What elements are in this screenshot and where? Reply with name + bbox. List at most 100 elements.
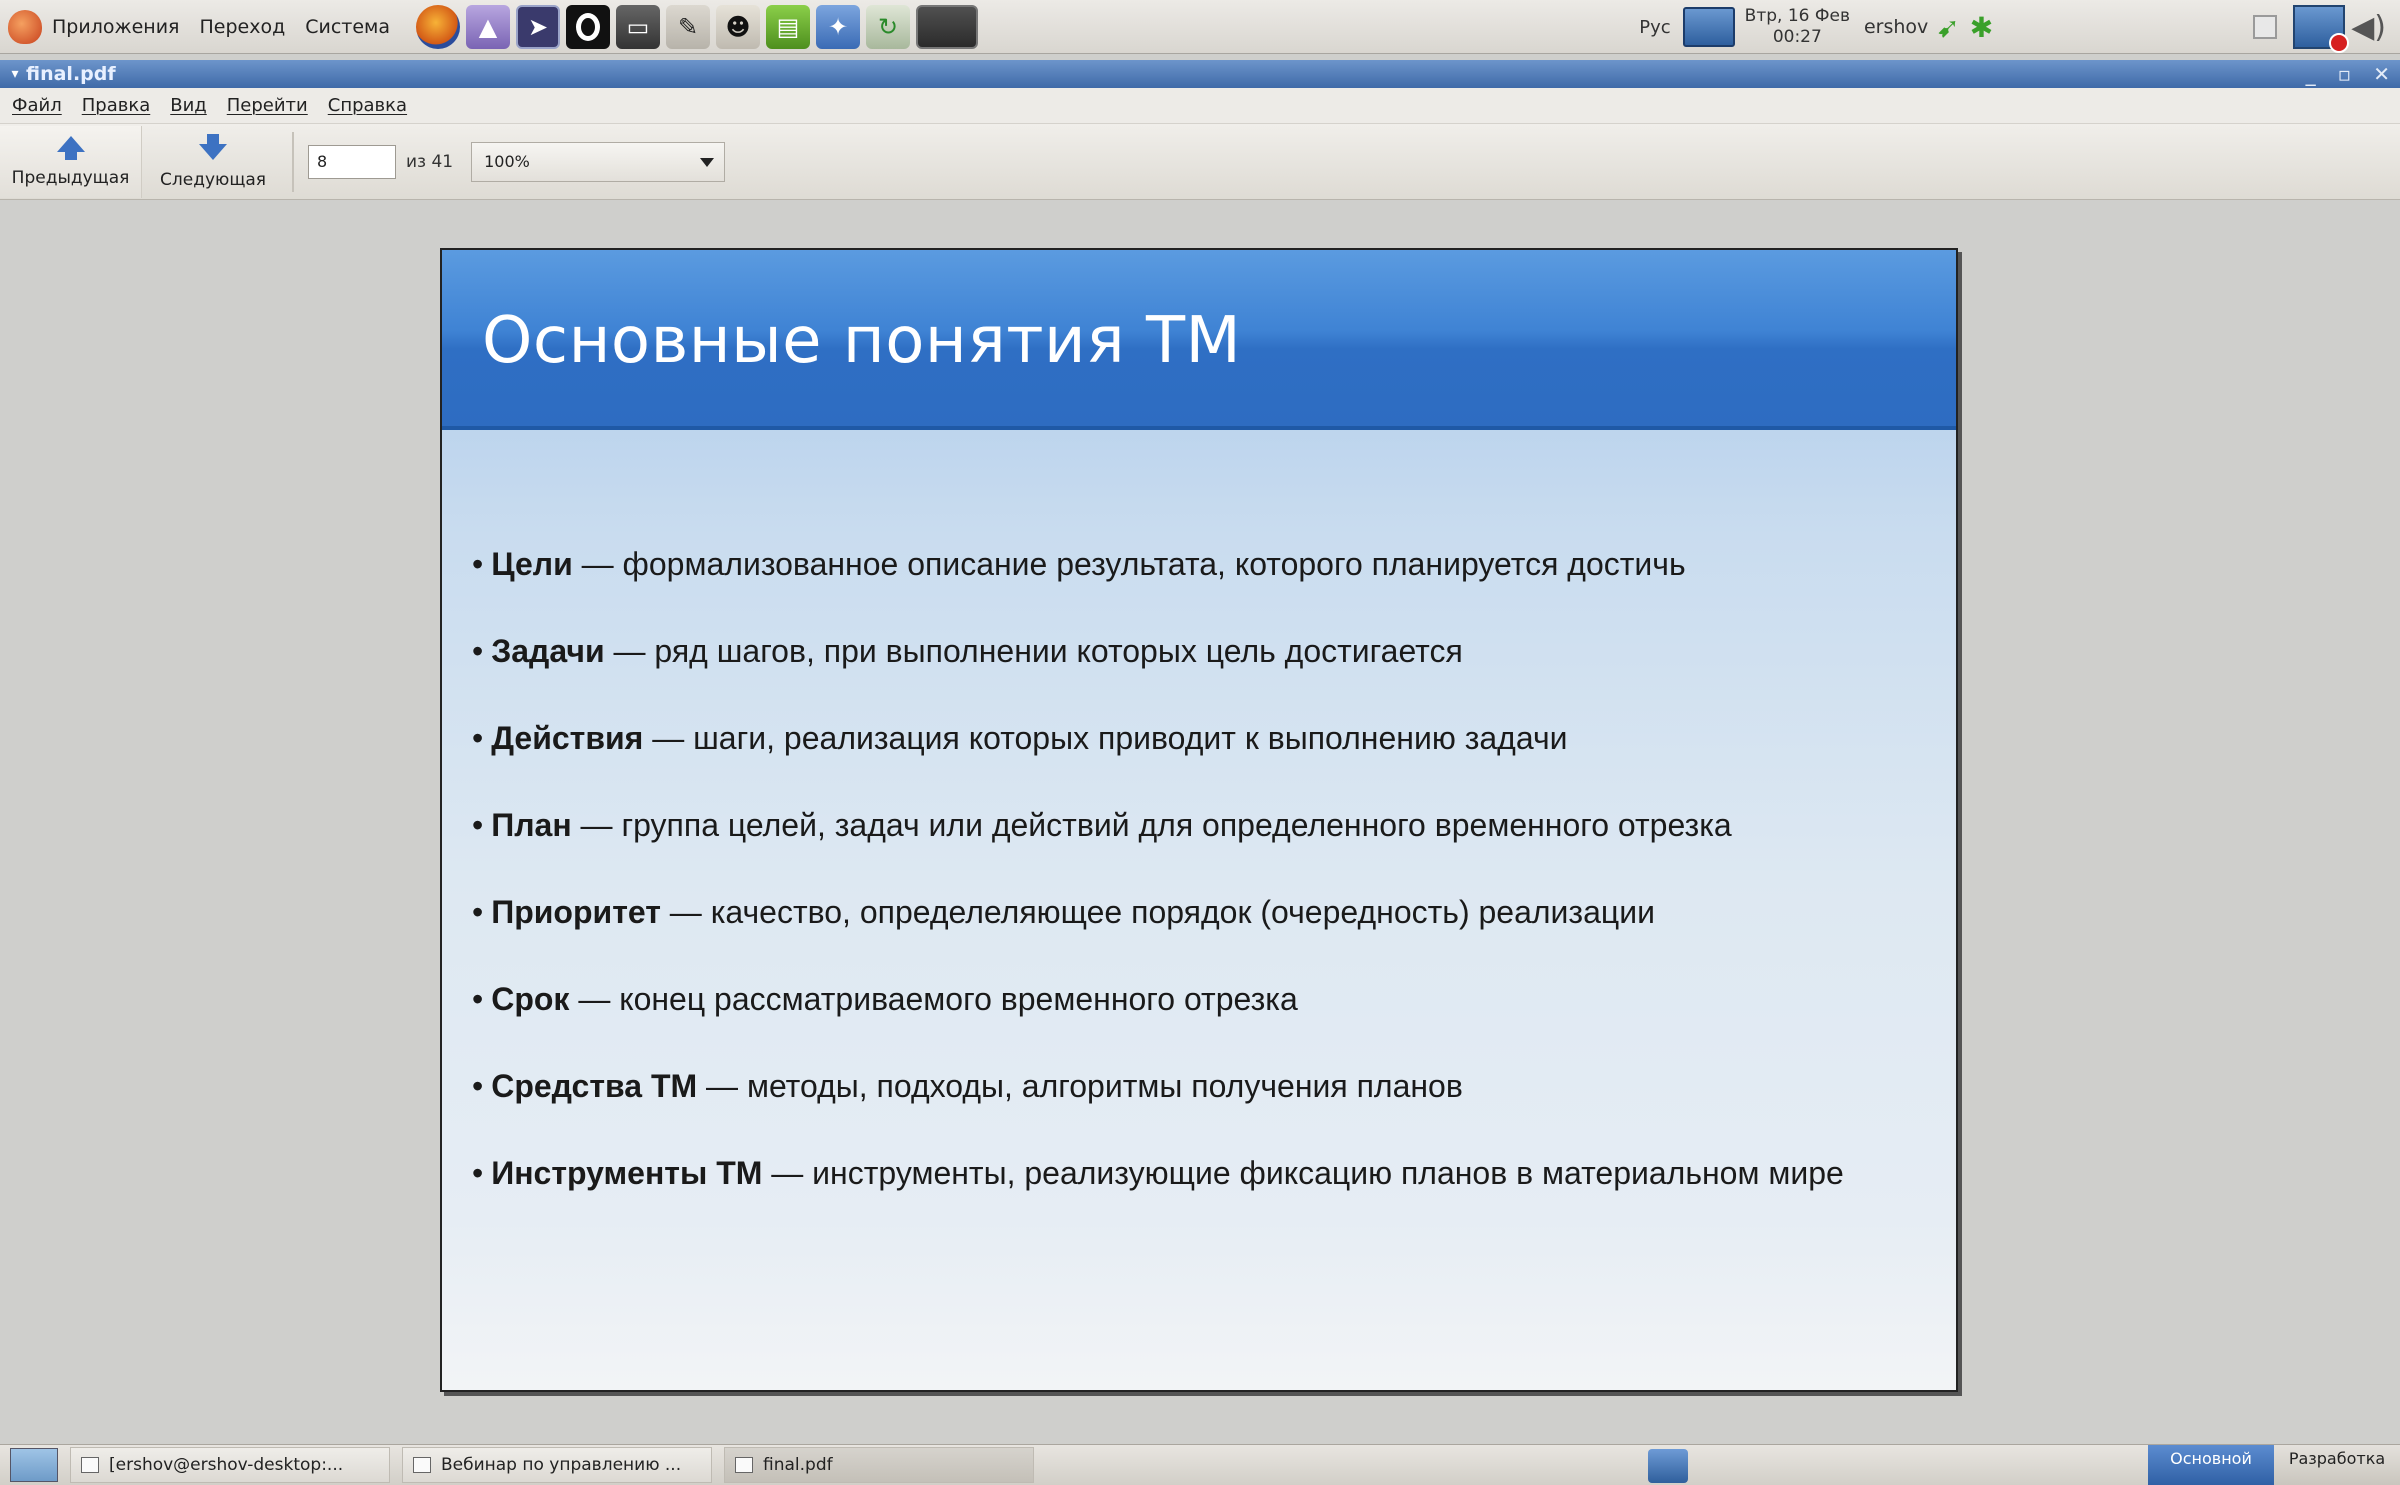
bullet-item: • Срок — конец рассматриваемого временног…: [472, 981, 1298, 1017]
running-person-icon[interactable]: ✱: [1970, 11, 1993, 44]
chevron-down-icon: [700, 157, 715, 167]
opera-icon[interactable]: [566, 4, 611, 49]
zoom-select[interactable]: 100%: [471, 141, 726, 182]
bullet-term: Срок: [491, 981, 570, 1017]
workspace-switcher: Основной Разработка: [2148, 1445, 2400, 1485]
bullet-item: • Цели — формализованное описание результ…: [472, 546, 1686, 582]
panel-menus: Приложения Переход Система: [0, 0, 410, 54]
firefox-icon[interactable]: [416, 4, 461, 49]
panel-tray: Рус Втр, 16 Фев 00:27 ershov ➹ ✱ ◀): [1639, 0, 2400, 54]
next-page-button[interactable]: Следующая: [142, 126, 284, 198]
cursor-icon[interactable]: ➤: [516, 4, 561, 49]
bullet-term: Действия: [491, 720, 644, 756]
clock-time: 00:27: [1772, 27, 1822, 47]
window-menu-icon[interactable]: ▾: [4, 66, 26, 82]
bullet-item: • Задачи — ряд шагов, при выполнении кото…: [472, 633, 1463, 669]
bullet-text: — качество, определеляющее порядок (очер…: [660, 894, 1655, 930]
workspace-main[interactable]: Основной: [2148, 1445, 2274, 1485]
task-label: Вебинар по управлению ...: [441, 1455, 682, 1475]
speaker-icon[interactable]: ◀): [2351, 10, 2386, 45]
menu-applications[interactable]: Приложения: [52, 16, 179, 38]
launcher-bar: ▲ ➤ ▭ ✎ ☻ ▤ ✦ ↻: [416, 4, 979, 49]
pencil-icon[interactable]: ✎: [666, 4, 711, 49]
previous-page-button[interactable]: Предыдущая: [0, 125, 142, 198]
menu-go[interactable]: Перейти: [227, 95, 308, 116]
toolbar-separator: [292, 131, 294, 192]
menu-view[interactable]: Вид: [170, 95, 207, 116]
bullet-text: — шаги, реализация которых приводит к вы…: [643, 720, 1568, 756]
window-titlebar[interactable]: ▾ final.pdf _ ▫ ✕: [0, 60, 2400, 88]
bullet-term: План: [491, 807, 572, 843]
bullet-item: • Приоритет — качество, определеляющее по…: [472, 894, 1655, 930]
task-terminal[interactable]: [ershov@ershov-desktop:...: [70, 1447, 390, 1483]
document-view[interactable]: Основные понятия ТМ • Цели — формализован…: [0, 200, 2400, 1444]
terminal-window-icon: [81, 1457, 99, 1473]
network-icon[interactable]: [1682, 7, 1735, 47]
menu-file[interactable]: Файл: [12, 95, 62, 116]
arrow-up-icon: [56, 135, 85, 160]
zoom-value: 100%: [484, 152, 530, 171]
bullet-term: Задачи: [491, 633, 605, 669]
gnome-foot-icon[interactable]: [8, 9, 42, 44]
terminal-icon[interactable]: ▭: [616, 4, 661, 49]
wizard-icon[interactable]: ▲: [466, 4, 511, 49]
close-icon[interactable]: ✕: [2373, 62, 2390, 86]
bullet-text: — методы, подходы, алгоритмы получения п…: [697, 1068, 1463, 1104]
green-app-icon[interactable]: ▤: [766, 4, 811, 49]
window-controls: _ ▫ ✕: [2306, 60, 2390, 88]
maximize-icon[interactable]: ▫: [2338, 62, 2352, 86]
trash-icon[interactable]: [1648, 1449, 1688, 1483]
minimize-icon[interactable]: _: [2306, 62, 2316, 86]
bullet-item: • Средства ТМ — методы, подходы, алгоритм…: [472, 1068, 1463, 1104]
bullet-item: • Действия — шаги, реализация которых при…: [472, 720, 1568, 756]
document-window-icon: [413, 1457, 431, 1473]
bullet-text: — формализованное описание результата, к…: [572, 546, 1686, 582]
pdf-window-icon: [735, 1457, 753, 1473]
menu-edit[interactable]: Правка: [82, 95, 151, 116]
user-name[interactable]: ershov: [1864, 16, 1928, 38]
bottom-taskbar: [ershov@ershov-desktop:... Вебинар по уп…: [0, 1444, 2400, 1485]
bullet-item: • Инструменты ТМ — инструменты, реализующ…: [472, 1155, 1844, 1191]
bullet-text: — инструменты, реализующие фиксацию план…: [762, 1155, 1844, 1191]
menubar: Файл Правка Вид Перейти Справка: [0, 88, 2400, 124]
clock[interactable]: Втр, 16 Фев 00:27: [1745, 6, 1850, 48]
bullet-term: Инструменты ТМ: [491, 1155, 763, 1191]
page-count-label: из 41: [406, 151, 454, 172]
screen-icon[interactable]: [916, 4, 979, 49]
toolbar: Предыдущая Следующая из 41 100%: [0, 124, 2400, 200]
slide-title: Основные понятия ТМ: [482, 304, 1242, 378]
page-number-input[interactable]: [308, 144, 396, 179]
slide-header: Основные понятия ТМ: [442, 250, 1956, 430]
bullet-text: — ряд шагов, при выполнении которых цель…: [604, 633, 1463, 669]
task-final-pdf[interactable]: final.pdf: [724, 1447, 1034, 1483]
tux-icon[interactable]: ☻: [716, 4, 761, 49]
bullet-term: Средства ТМ: [491, 1068, 698, 1104]
arrow-down-icon: [199, 133, 227, 160]
window-list-icon[interactable]: [2253, 15, 2278, 39]
task-label: [ershov@ershov-desktop:...: [109, 1455, 344, 1475]
bullet-term: Цели: [491, 546, 573, 582]
clock-date: Втр, 16 Фев: [1744, 6, 1850, 26]
puzzle-icon[interactable]: ✦: [816, 4, 861, 49]
bullet-term: Приоритет: [491, 894, 661, 930]
bullet-text: — конец рассматриваемого временного отре…: [569, 981, 1298, 1017]
keyboard-layout[interactable]: Рус: [1639, 17, 1670, 38]
menu-system[interactable]: Система: [305, 16, 390, 38]
task-label: final.pdf: [763, 1455, 833, 1475]
task-webinar[interactable]: Вебинар по управлению ...: [402, 1447, 712, 1483]
window-title: final.pdf: [26, 63, 116, 85]
running-man-icon[interactable]: ➹: [1936, 11, 1959, 44]
top-panel: Приложения Переход Система ▲ ➤ ▭ ✎ ☻ ▤ ✦…: [0, 0, 2400, 54]
bullet-text: — группа целей, задач или действий для о…: [571, 807, 1732, 843]
pdf-page: Основные понятия ТМ • Цели — формализован…: [440, 248, 1958, 1392]
previous-page-label: Предыдущая: [11, 167, 130, 188]
bullet-item: • План — группа целей, задач или действий…: [472, 807, 1732, 843]
workspace-dev[interactable]: Разработка: [2274, 1445, 2400, 1485]
network-status-icon[interactable]: [2293, 5, 2350, 53]
show-desktop-icon[interactable]: [10, 1448, 58, 1482]
menu-places[interactable]: Переход: [199, 16, 285, 38]
menu-help[interactable]: Справка: [328, 95, 407, 116]
next-page-label: Следующая: [160, 169, 266, 190]
arrow-app-icon[interactable]: ↻: [866, 4, 911, 49]
bullet-list: • Цели — формализованное описание результ…: [472, 546, 1844, 1242]
